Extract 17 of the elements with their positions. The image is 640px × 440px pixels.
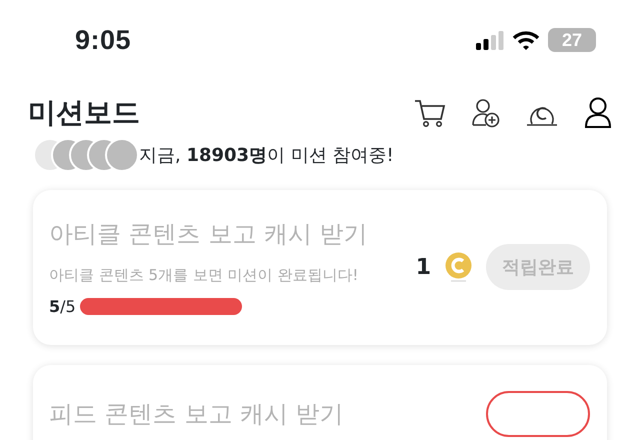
user-icon[interactable]: [584, 97, 612, 129]
page-title: 미션보드: [28, 96, 140, 130]
progress-count: 5/5: [49, 296, 76, 318]
signal-icon: [476, 30, 504, 50]
mission-button[interactable]: [486, 390, 590, 436]
participant-count-text: 지금, 18903명이 미션 참여중!: [139, 144, 394, 168]
battery-indicator: 27: [548, 28, 596, 52]
mission-title: 아티클 콘텐츠 보고 캐시 받기: [49, 219, 368, 250]
add-user-icon[interactable]: [472, 98, 500, 128]
status-time: 9:05: [75, 24, 132, 57]
wifi-icon: [512, 30, 540, 50]
coin-icon: [445, 252, 472, 282]
avatar-circle: [105, 138, 139, 172]
cart-icon[interactable]: [414, 98, 446, 128]
mission-description: 아티클 콘텐츠 5개를 보면 미션이 완료됩니다!: [49, 265, 360, 286]
mission-title: 피드 콘텐츠 보고 캐시 받기: [49, 398, 344, 430]
reward-amount: 1: [416, 254, 431, 282]
